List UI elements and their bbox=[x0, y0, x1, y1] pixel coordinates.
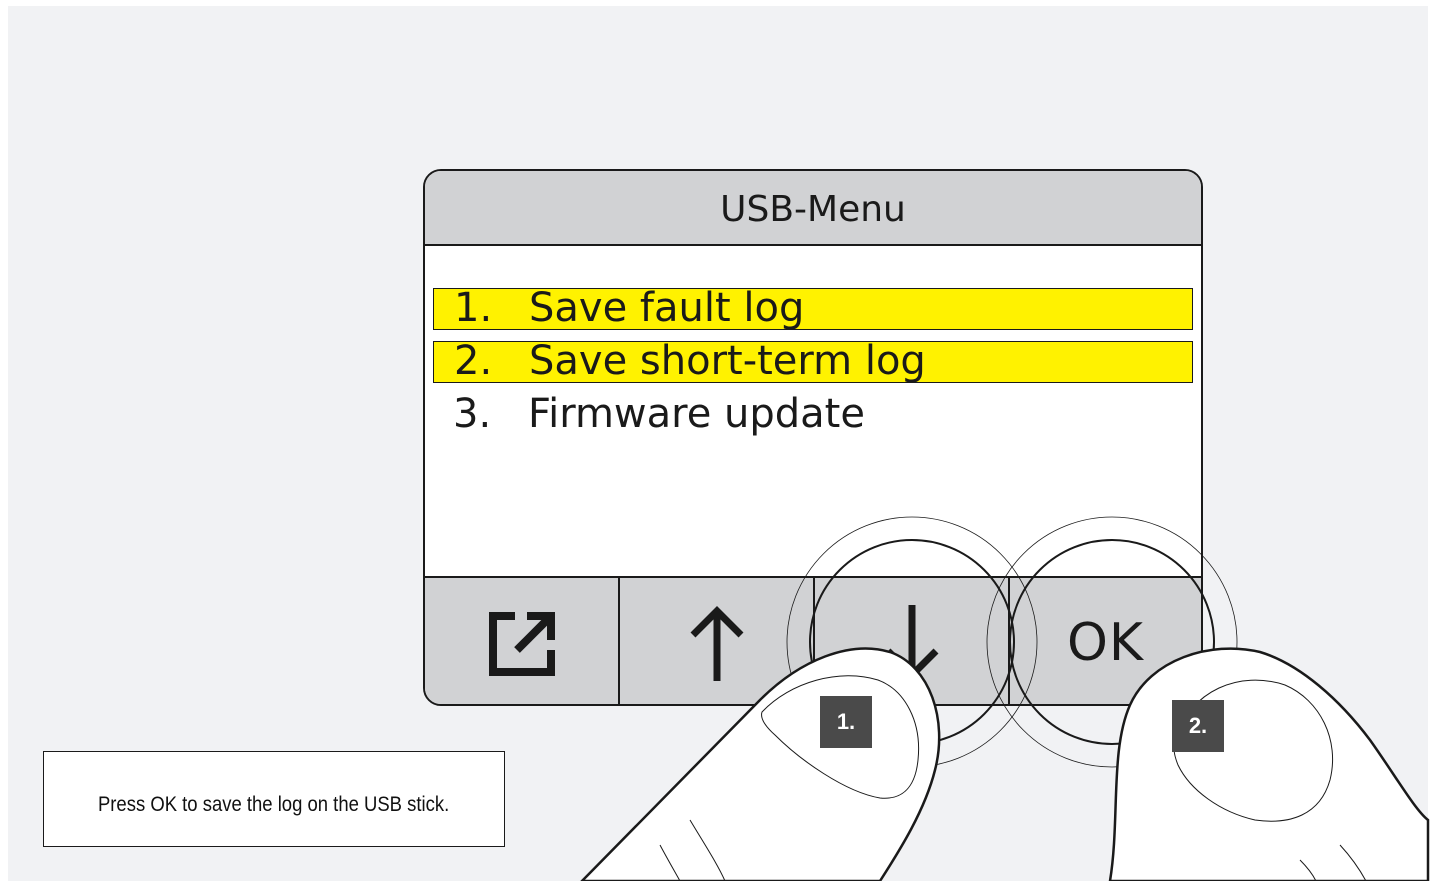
instruction-text: Press OK to save the log on the USB stic… bbox=[98, 793, 450, 816]
finger-2 bbox=[1108, 647, 1430, 881]
step-2-badge: 2. bbox=[1172, 700, 1224, 752]
finger-1 bbox=[580, 647, 941, 881]
step-1-badge: 1. bbox=[820, 696, 872, 748]
instruction-note: Press OK to save the log on the USB stic… bbox=[43, 751, 505, 847]
